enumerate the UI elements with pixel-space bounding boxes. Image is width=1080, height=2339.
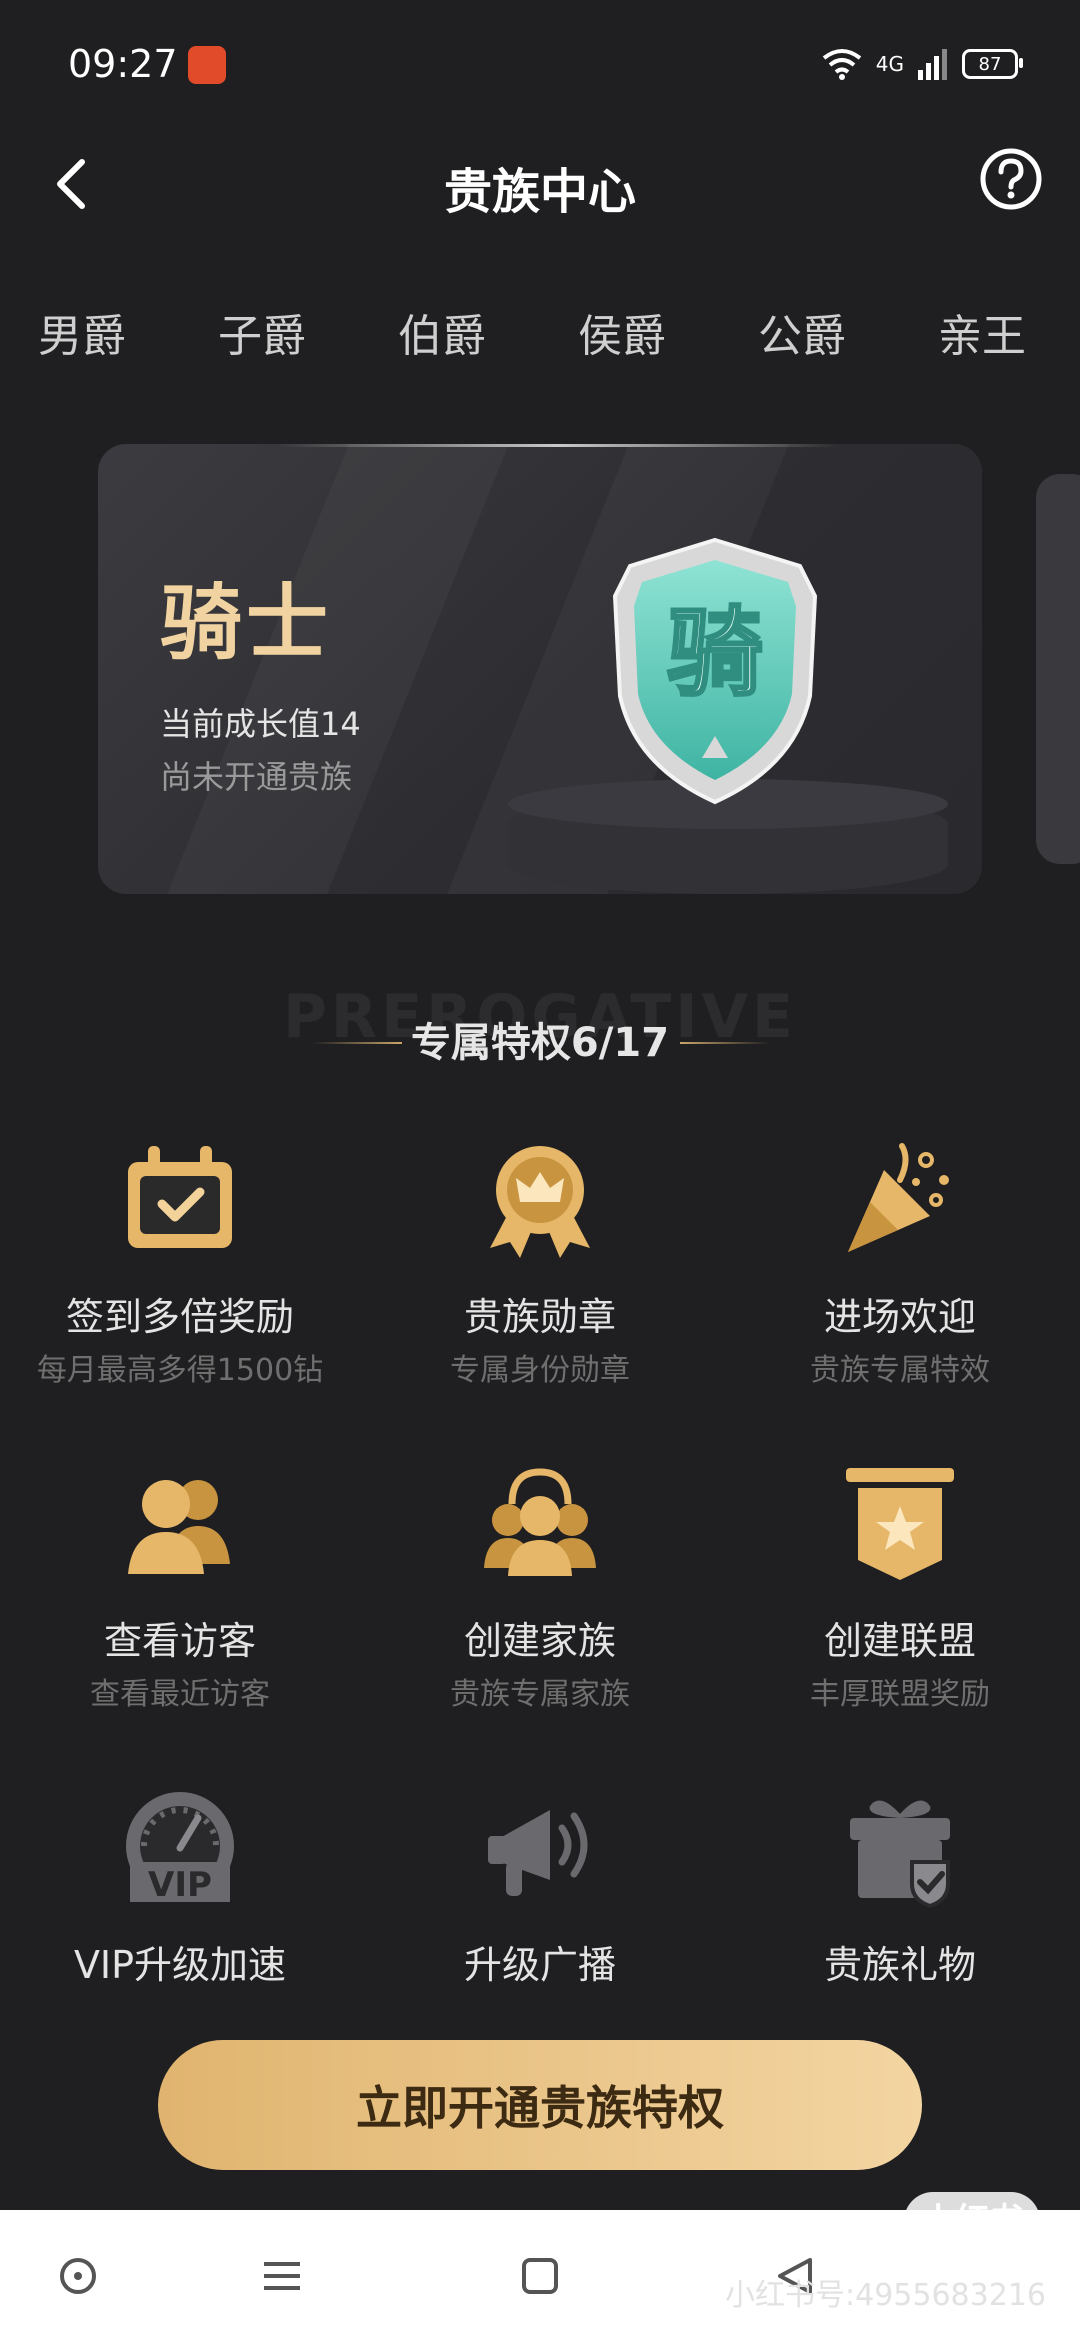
tab-duke[interactable]: 公爵 (758, 300, 846, 364)
svg-text:VIP: VIP (148, 1865, 212, 1905)
tab-viscount[interactable]: 子爵 (218, 300, 306, 364)
privilege-family[interactable]: 创建家族 贵族专属家族 (360, 1464, 720, 1764)
privilege-title: 查看访客 (103, 1619, 256, 1663)
privilege-title: 贵族礼物 (823, 1943, 976, 1987)
badge-char: 骑 (667, 597, 763, 709)
privilege-desc: 贵族专属家族 (450, 1677, 630, 1712)
privilege-desc: 专属身份勋章 (450, 1353, 630, 1388)
megaphone-icon (488, 1810, 588, 1896)
visitors-icon (128, 1480, 230, 1574)
page-title: 贵族中心 (443, 164, 636, 220)
section-title: 专属特权6/17 (410, 1020, 670, 1066)
gift-icon (850, 1800, 950, 1908)
privilege-alliance[interactable]: 创建联盟 丰厚联盟奖励 (720, 1464, 1080, 1764)
crown-medal-icon (490, 1146, 590, 1258)
privilege-title: 创建家族 (463, 1619, 616, 1663)
rank-name: 骑士 (160, 576, 333, 671)
tab-marquis[interactable]: 侯爵 (578, 300, 666, 364)
privilege-desc: 每月最高多得1500钻 (36, 1353, 324, 1388)
vip-speedometer-icon: VIP (126, 1792, 234, 1905)
battery-icon: 87 (962, 49, 1023, 79)
next-rank-card[interactable] (1036, 474, 1080, 864)
header: 贵族中心 (0, 130, 1080, 240)
xiaohongshu-id: 小红书号:4955683216 (725, 2278, 1046, 2313)
privilege-desc: 丰厚联盟奖励 (810, 1677, 990, 1712)
status-time: 09:27 (68, 42, 178, 86)
signal-icon (918, 49, 947, 80)
family-icon (484, 1468, 596, 1576)
knight-shield-icon: 骑 (612, 537, 818, 805)
nav-menu-icon[interactable] (258, 2252, 306, 2300)
privilege-title: 进场欢迎 (823, 1295, 976, 1339)
calendar-check-icon (128, 1146, 232, 1248)
rank-card[interactable]: 骑士 当前成长值14 尚未开通贵族 骑 (98, 444, 982, 894)
app-notification-icon (188, 46, 226, 84)
privilege-welcome[interactable]: 进场欢迎 贵族专属特效 (720, 1140, 1080, 1440)
privilege-visitors[interactable]: 查看访客 查看最近访客 (0, 1464, 360, 1764)
rank-tabs: 男爵 子爵 伯爵 侯爵 公爵 亲王 (0, 300, 1080, 370)
alliance-banner-icon (846, 1468, 954, 1580)
tab-earl[interactable]: 伯爵 (398, 300, 486, 364)
privilege-desc: 贵族专属特效 (810, 1353, 990, 1388)
tab-prince[interactable]: 亲王 (938, 300, 1026, 364)
privilege-signin[interactable]: 签到多倍奖励 每月最高多得1500钻 (0, 1140, 360, 1440)
privilege-title: 签到多倍奖励 (65, 1295, 294, 1339)
wifi-icon (822, 49, 861, 80)
growth-value: 当前成长值14 (160, 705, 361, 743)
network-type: 4G (875, 52, 904, 76)
privileges-section-header: PREROGATIVE 专属特权6/17 (0, 982, 1080, 1070)
status-indicators: 4G 87 (822, 44, 1023, 84)
status-bar: 09:27 4G 87 (0, 0, 1080, 130)
battery-level: 87 (978, 53, 1002, 75)
activate-noble-button[interactable]: 立即开通贵族特权 (158, 2040, 922, 2170)
nav-home-icon[interactable] (516, 2252, 564, 2300)
privilege-desc: 查看最近访客 (90, 1677, 270, 1712)
card-highlight (278, 444, 838, 447)
privilege-medal[interactable]: 贵族勋章 专属身份勋章 (360, 1140, 720, 1440)
privilege-title: 创建联盟 (823, 1619, 976, 1663)
privilege-title: 贵族勋章 (463, 1295, 616, 1339)
help-icon[interactable] (978, 146, 1044, 212)
tab-baron[interactable]: 男爵 (38, 300, 126, 364)
privilege-title: VIP升级加速 (73, 1943, 287, 1987)
privilege-title: 升级广播 (463, 1943, 616, 1987)
nav-assistant-icon[interactable] (54, 2252, 102, 2300)
noble-status: 尚未开通贵族 (160, 758, 353, 796)
party-popper-icon (848, 1143, 949, 1252)
